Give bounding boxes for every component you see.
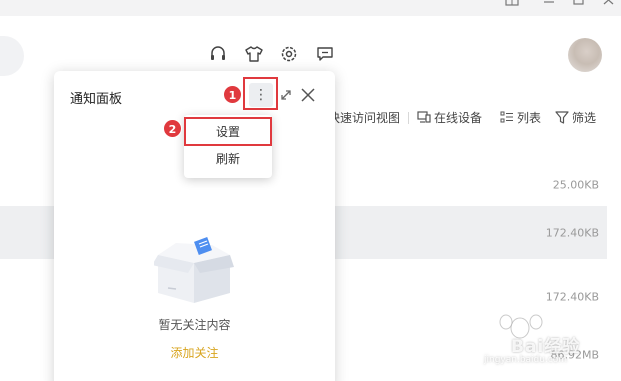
watermark-brand: Bai经验: [511, 337, 581, 357]
search-box[interactable]: [0, 36, 24, 76]
menu-item-refresh[interactable]: 刷新: [184, 146, 272, 172]
quick-view-button[interactable]: 快速访问视图: [328, 109, 400, 126]
gear-icon[interactable]: [280, 45, 298, 63]
file-size: 25.00KB: [552, 178, 599, 191]
file-size: 172.40KB: [545, 226, 599, 239]
notification-panel: 通知面板 ⋮ 1 设置 刷新 2 暂无关注内容 添加关注: [54, 71, 335, 381]
annotation-highlight-box: [243, 77, 278, 110]
filter-label: 筛选: [572, 111, 597, 125]
window-close-icon[interactable]: [600, 0, 618, 10]
list-icon: [500, 111, 514, 123]
watermark-url: jingyan.baidu.com: [484, 355, 568, 365]
avatar[interactable]: [568, 38, 602, 72]
device-icon: [417, 111, 431, 123]
toolbar-divider: [408, 111, 410, 124]
list-label: 列表: [517, 111, 542, 125]
add-follow-link[interactable]: 添加关注: [54, 344, 335, 361]
list-view-button[interactable]: 列表: [500, 109, 541, 126]
step-badge-2: 2: [163, 119, 182, 138]
tshirt-icon[interactable]: [245, 45, 263, 63]
step-badge-1: 1: [223, 85, 242, 104]
quick-view-label: 快速访问视图: [328, 111, 401, 125]
empty-box-icon: [154, 237, 234, 303]
chat-icon[interactable]: [316, 45, 334, 63]
view-toolbar: 快速访问视图 在线设备 列表 筛选: [328, 109, 596, 126]
expand-icon[interactable]: [278, 87, 294, 103]
minimize-icon[interactable]: [540, 0, 558, 10]
annotation-highlight-box: [184, 117, 272, 146]
restore-icon[interactable]: [570, 0, 588, 10]
window-mode-icon[interactable]: [503, 0, 521, 10]
panel-title: 通知面板: [70, 92, 123, 107]
empty-state-text: 暂无关注内容: [158, 318, 231, 332]
more-options-menu: 设置 刷新: [184, 115, 272, 178]
online-devices-button[interactable]: 在线设备: [417, 109, 482, 126]
headset-icon[interactable]: [209, 45, 227, 63]
close-icon[interactable]: [299, 86, 317, 104]
filter-icon: [555, 111, 569, 124]
filter-button[interactable]: 筛选: [555, 109, 596, 126]
online-devices-label: 在线设备: [434, 111, 483, 125]
window-titlebar: [0, 0, 621, 16]
